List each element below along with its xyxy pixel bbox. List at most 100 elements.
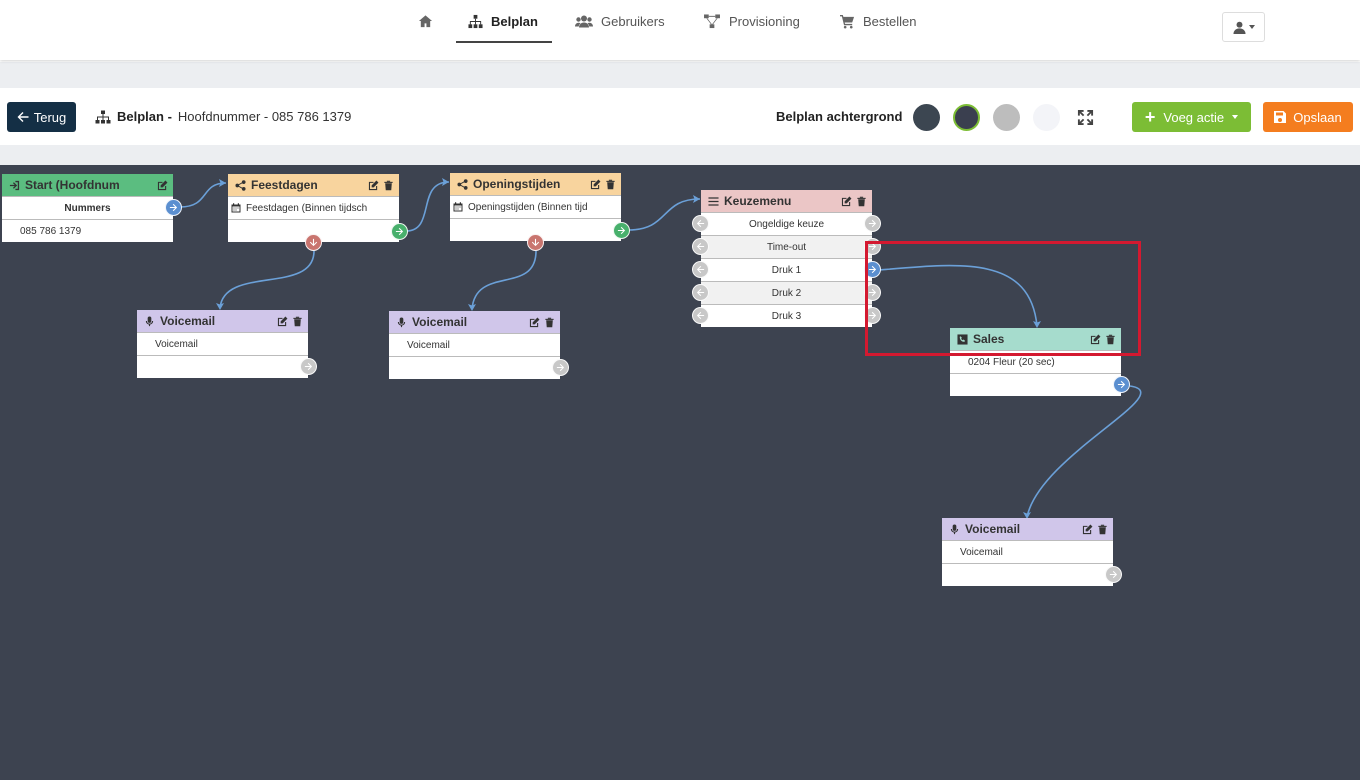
wire-feestdagen-voicemail [219,250,315,309]
output-port[interactable] [300,358,317,375]
node-feestdagen[interactable]: Feestdagen Feestdagen (Binnen tijdsch [228,174,408,251]
node-voicemail[interactable]: Voicemail Voicemail [137,310,317,378]
nav-belplan-label: Belplan [491,13,538,29]
output-port[interactable] [1105,566,1122,583]
arrow-right-icon [395,227,404,236]
arrow-left-icon [696,311,705,320]
trash-icon[interactable] [856,196,867,207]
node-row: Openingstijden (Binnen tijd [450,195,621,218]
node-voicemail[interactable]: Voicemail Voicemail [942,518,1122,586]
node-header[interactable]: Voicemail [389,311,560,333]
page-title: Belplan - [117,109,172,124]
trash-icon[interactable] [605,179,616,190]
user-icon [1232,21,1246,34]
edit-icon[interactable] [1082,524,1093,535]
arrow-right-icon [617,226,626,235]
node-header[interactable]: Keuzemenu [701,190,872,212]
edit-icon[interactable] [590,179,601,190]
output-port[interactable] [165,199,182,216]
nav-gebruikers[interactable]: Gebruikers [575,0,665,42]
arrow-right-icon [304,362,313,371]
arrow-right-icon [169,203,178,212]
row-label: Openingstijden (Binnen tijd [468,201,588,213]
background-label: Belplan achtergrond [776,109,903,124]
node-title: Openingstijden [473,177,561,191]
share-icon [457,178,468,190]
nav-belplan[interactable]: Belplan [468,0,538,42]
background-swatch-light[interactable] [1033,104,1060,131]
node-keuzemenu[interactable]: Keuzemenu Ongeldige keuze Time-out Druk … [692,190,881,327]
flow-canvas[interactable]: Start (Hoofdnum Nummers 085 786 1379 Fee… [0,165,1360,780]
edit-icon[interactable] [277,316,288,327]
node-row [137,355,317,378]
node-header[interactable]: Voicemail [942,518,1113,540]
microphone-icon [145,315,154,326]
edit-icon[interactable] [529,317,540,328]
node-start[interactable]: Start (Hoofdnum Nummers 085 786 1379 [2,174,182,242]
nav-bestellen[interactable]: Bestellen [840,0,916,42]
false-output-port[interactable] [527,234,544,251]
node-openingstijden[interactable]: Openingstijden Openingstijden (Binnen ti… [450,173,630,251]
nav-home[interactable] [418,0,433,42]
edit-icon[interactable] [841,196,852,207]
node-header[interactable]: Start (Hoofdnum [2,174,173,196]
input-port[interactable] [692,215,709,232]
calendar-icon [453,202,463,212]
background-swatch-dark[interactable] [913,104,940,131]
output-port[interactable] [864,215,881,232]
connection-wires [179,178,1142,519]
arrow-right-icon [556,363,565,372]
arrow-down-icon [531,238,540,247]
node-title: Keuzemenu [724,194,792,208]
node-header[interactable]: Voicemail [137,310,308,332]
background-swatch-gray[interactable] [993,104,1020,131]
floppy-disk-icon [1274,111,1287,123]
add-action-label: Voeg actie [1163,109,1225,125]
trash-icon[interactable] [1097,524,1108,535]
save-button[interactable]: Opslaan [1263,102,1353,132]
trash-icon[interactable] [292,316,303,327]
output-port[interactable] [391,223,408,240]
back-button[interactable]: Terug [7,102,76,132]
row-value: 085 786 1379 [20,225,82,237]
nav-provisioning[interactable]: Provisioning [703,0,800,42]
top-navigation: Belplan Gebruikers Provisioning Bestelle… [0,0,1360,60]
arrow-right-icon [1109,570,1118,579]
edit-icon[interactable] [368,180,379,191]
expand-icon[interactable] [1077,109,1094,126]
trash-icon[interactable] [383,180,394,191]
option-label: Time-out [766,241,807,253]
edit-icon[interactable] [157,180,168,191]
wire-openingstijden-voicemail [471,250,537,310]
arrow-left-icon [696,265,705,274]
wire-sales-voicemail [1026,385,1142,518]
output-port[interactable] [1113,376,1130,393]
node-header[interactable]: Feestdagen [228,174,399,196]
output-port[interactable] [552,359,569,376]
false-output-port[interactable] [305,234,322,251]
user-menu-button[interactable] [1222,12,1265,42]
node-row [389,356,569,379]
nav-bestellen-label: Bestellen [863,13,917,29]
output-port[interactable] [613,222,630,239]
node-title: Voicemail [160,314,216,328]
input-port[interactable] [692,238,709,255]
add-action-button[interactable]: + Voeg actie [1132,102,1251,132]
node-title: Start (Hoofdnum [25,178,120,192]
node-voicemail[interactable]: Voicemail Voicemail [389,311,569,379]
node-row: Nummers [2,196,182,219]
node-header[interactable]: Openingstijden [450,173,621,195]
nav-gebruikers-label: Gebruikers [601,13,665,29]
trash-icon[interactable] [544,317,555,328]
input-port[interactable] [692,307,709,324]
row-label: 0204 Fleur (20 sec) [968,356,1055,368]
input-port[interactable] [692,261,709,278]
chevron-down-icon [1232,115,1239,119]
highlight-box [865,241,1141,356]
plus-icon: + [1144,107,1156,127]
input-port[interactable] [692,284,709,301]
background-swatch-slate-selected[interactable] [953,104,980,131]
row-label: Voicemail [155,338,198,350]
row-label: Feestdagen (Binnen tijdsch [246,202,368,214]
menu-option: Druk 1 [692,258,881,281]
